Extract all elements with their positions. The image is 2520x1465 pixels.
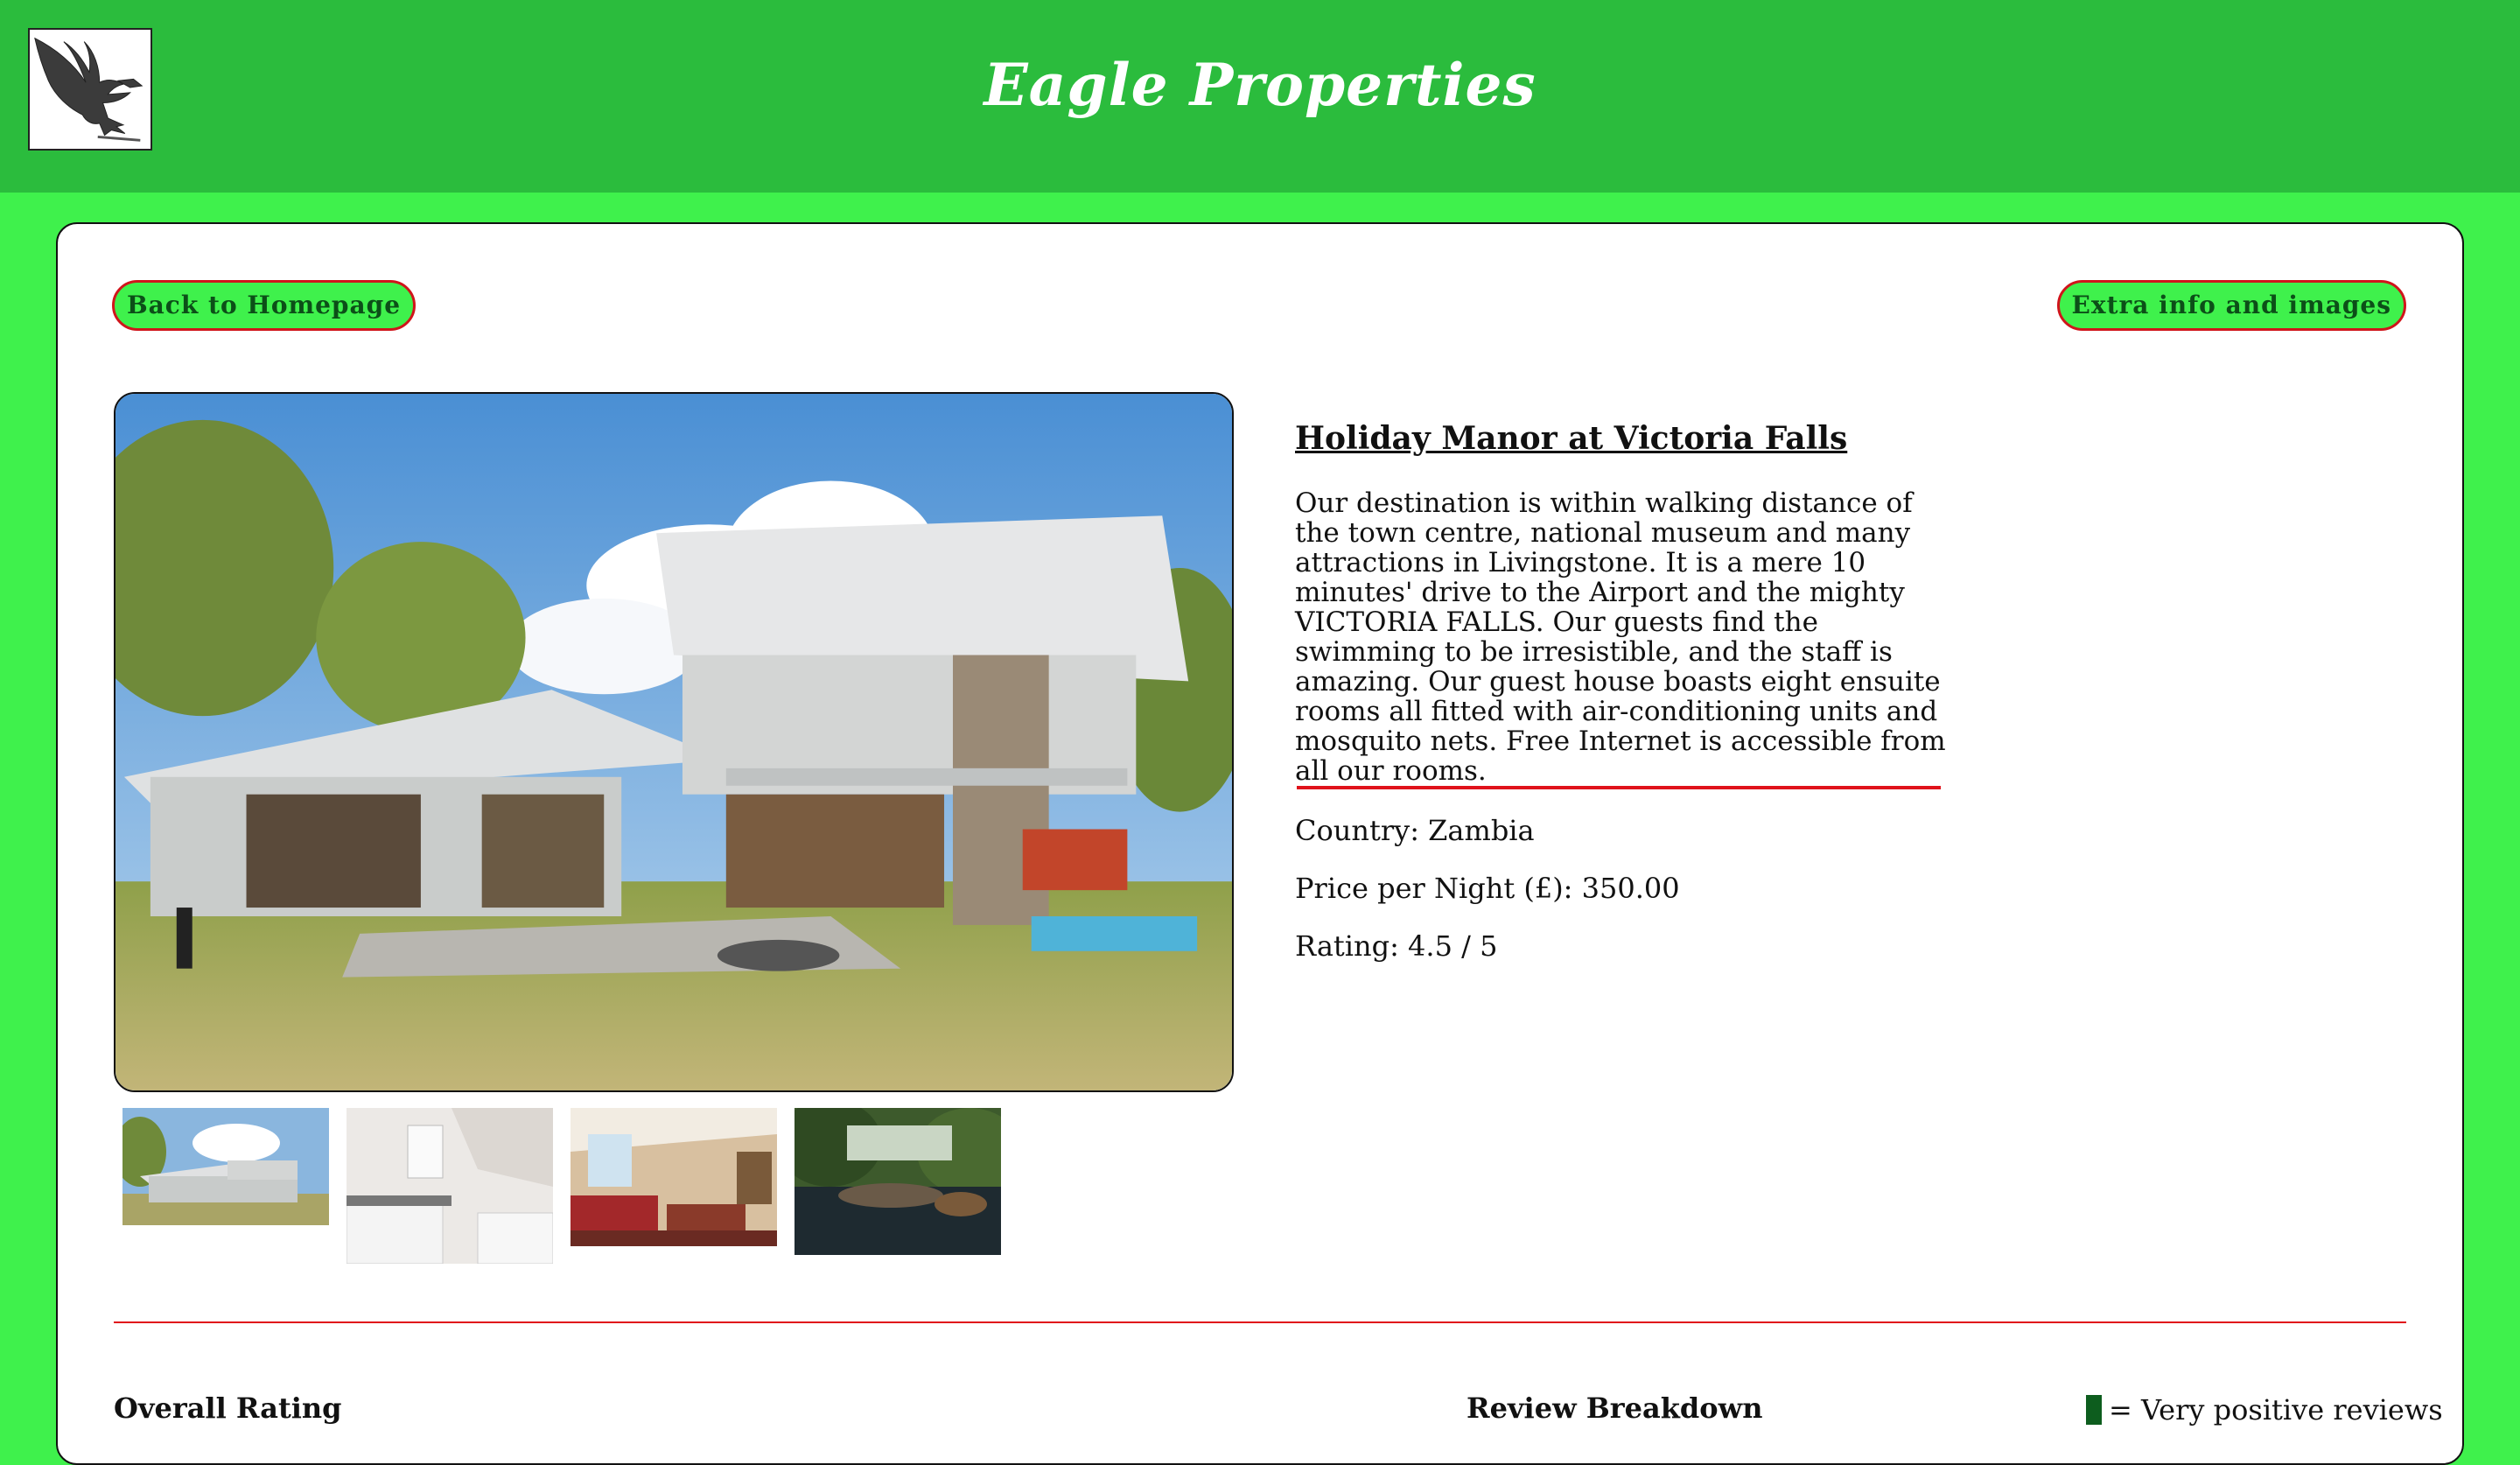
thumbnail-pool-garden[interactable]	[794, 1108, 1001, 1255]
site-title: Eagle Properties	[984, 51, 1536, 119]
thumbnail-house-exterior[interactable]	[122, 1108, 329, 1225]
extra-info-button[interactable]: Extra info and images	[2056, 280, 2406, 331]
review-breakdown-heading: Review Breakdown	[1466, 1391, 1763, 1425]
thumbnail-living-room[interactable]	[570, 1108, 777, 1246]
section-divider	[114, 1321, 2406, 1323]
back-to-homepage-button[interactable]: Back to Homepage	[112, 280, 416, 331]
property-description: Our destination is within walking distan…	[1295, 487, 1946, 787]
legend-label: = Very positive reviews	[2109, 1393, 2443, 1426]
property-price: Price per Night (£): 350.00	[1295, 872, 1680, 905]
property-title: Holiday Manor at Victoria Falls	[1295, 420, 1848, 457]
review-legend: = Very positive reviews	[2086, 1393, 2443, 1426]
property-country: Country: Zambia	[1295, 814, 1535, 847]
site-header: Eagle Properties	[0, 0, 2520, 193]
thumbnail-bathroom[interactable]	[346, 1108, 553, 1264]
property-rating: Rating: 4.5 / 5	[1295, 929, 1498, 963]
info-divider	[1297, 786, 1941, 789]
main-property-image	[114, 392, 1234, 1092]
legend-swatch	[2086, 1395, 2102, 1425]
overall-rating-heading: Overall Rating	[114, 1391, 342, 1425]
